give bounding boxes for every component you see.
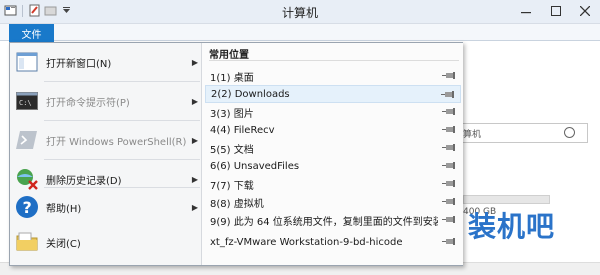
minimize-button[interactable] bbox=[511, 0, 541, 22]
frequent-places-header: 常用位置 bbox=[209, 50, 249, 61]
frequent-place-item[interactable]: 9(9) 此为 64 位系统用文件，复制里面的文件到安装... bbox=[205, 211, 461, 229]
frequent-place-item[interactable]: 7(7) 下载 bbox=[205, 175, 461, 193]
cmd-icon: C:\ bbox=[14, 88, 40, 114]
menu-item-label: 关闭(C) bbox=[46, 238, 81, 250]
file-menu-commands: 打开新窗口(N) ▶ C:\ 打开命令提示符(P) ▶ 打开 Windows P… bbox=[10, 43, 202, 265]
frequent-place-item[interactable]: 8(8) 虚拟机 bbox=[205, 193, 461, 211]
menu-item-label: 打开新窗口(N) bbox=[46, 58, 112, 70]
pin-icon[interactable] bbox=[442, 238, 455, 245]
pin-icon[interactable] bbox=[442, 108, 455, 115]
submenu-arrow-icon: ▶ bbox=[191, 96, 198, 106]
close-button[interactable] bbox=[570, 0, 600, 22]
watermark-logo: 装机吧 bbox=[468, 210, 556, 243]
search-icon[interactable] bbox=[564, 127, 575, 138]
menu-item-open-command-prompt[interactable]: C:\ 打开命令提示符(P) ▶ bbox=[10, 82, 202, 120]
frequent-place-label: 3(3) 图片 bbox=[210, 108, 254, 120]
frequent-place-item[interactable]: 5(5) 文档 bbox=[205, 139, 461, 157]
pin-icon[interactable] bbox=[442, 72, 455, 79]
menu-item-label: 打开 Windows PowerShell(R) bbox=[46, 136, 187, 148]
frequent-place-item[interactable]: 4(4) FileRecv bbox=[205, 121, 461, 139]
powershell-icon bbox=[14, 127, 40, 153]
close-folder-icon bbox=[14, 229, 40, 255]
pin-icon[interactable] bbox=[442, 126, 455, 133]
window-title: 计算机 bbox=[281, 6, 318, 20]
frequent-place-label: 4(4) FileRecv bbox=[210, 124, 275, 136]
frequent-places-pane: 常用位置 1(1) 桌面 2(2) Downloads 3(3) 图片 4(4)… bbox=[203, 43, 463, 265]
pin-icon[interactable] bbox=[442, 216, 455, 223]
menu-item-label: 打开命令提示符(P) bbox=[46, 97, 130, 109]
maximize-button[interactable] bbox=[541, 0, 571, 22]
menu-item-label: 删除历史记录(D) bbox=[46, 175, 122, 187]
frequent-place-label: 8(8) 虚拟机 bbox=[210, 198, 264, 210]
new-window-icon bbox=[14, 49, 40, 75]
pin-icon[interactable] bbox=[442, 198, 455, 205]
submenu-arrow-icon: ▶ bbox=[191, 57, 198, 67]
frequent-place-label: 5(5) 文档 bbox=[210, 144, 254, 156]
close-icon bbox=[580, 6, 590, 16]
svg-text:C:\: C:\ bbox=[19, 99, 32, 107]
frequent-place-label: 6(6) UnsavedFiles bbox=[210, 160, 300, 172]
submenu-arrow-icon: ▶ bbox=[191, 135, 198, 145]
menu-item-help[interactable]: ? 帮助(H) ▶ bbox=[10, 188, 202, 226]
frequent-place-item[interactable]: 1(1) 桌面 bbox=[205, 67, 461, 85]
frequent-place-item[interactable]: 2(2) Downloads bbox=[205, 85, 461, 103]
minimize-icon bbox=[521, 12, 531, 14]
file-tab[interactable]: 文件 bbox=[9, 24, 54, 42]
frequent-place-label: 2(2) Downloads bbox=[211, 88, 290, 100]
menu-item-open-new-window[interactable]: 打开新窗口(N) ▶ bbox=[10, 43, 202, 81]
menu-item-label: 帮助(H) bbox=[46, 203, 82, 215]
submenu-arrow-icon: ▶ bbox=[191, 174, 198, 184]
file-menu: 打开新窗口(N) ▶ C:\ 打开命令提示符(P) ▶ 打开 Windows P… bbox=[9, 42, 463, 266]
menu-item-close[interactable]: 关闭(C) bbox=[10, 223, 202, 261]
header-divider bbox=[209, 60, 459, 61]
ribbon-tabs bbox=[0, 24, 600, 41]
frequent-place-label: 7(7) 下载 bbox=[210, 180, 254, 192]
drive-usage-bar bbox=[463, 195, 550, 204]
pin-icon[interactable] bbox=[442, 162, 455, 169]
maximize-icon bbox=[551, 6, 561, 16]
frequent-place-item[interactable]: xt_fz-VMware Workstation-9-bd-hicode bbox=[205, 233, 461, 251]
svg-text:?: ? bbox=[23, 198, 32, 217]
frequent-place-item[interactable]: 3(3) 图片 bbox=[205, 103, 461, 121]
submenu-arrow-icon: ▶ bbox=[191, 202, 198, 212]
pin-icon[interactable] bbox=[441, 91, 454, 98]
pin-icon[interactable] bbox=[442, 180, 455, 187]
frequent-place-label: xt_fz-VMware Workstation-9-bd-hicode bbox=[210, 236, 403, 248]
frequent-place-item[interactable]: 6(6) UnsavedFiles bbox=[205, 157, 461, 175]
pin-icon[interactable] bbox=[442, 144, 455, 151]
help-icon: ? bbox=[14, 194, 40, 220]
title-bar: 计算机 bbox=[0, 0, 600, 24]
menu-item-open-powershell[interactable]: 打开 Windows PowerShell(R) ▶ bbox=[10, 121, 202, 159]
frequent-place-label: 1(1) 桌面 bbox=[210, 72, 254, 84]
frequent-place-label: 9(9) 此为 64 位系统用文件，复制里面的文件到安装... bbox=[210, 216, 438, 228]
